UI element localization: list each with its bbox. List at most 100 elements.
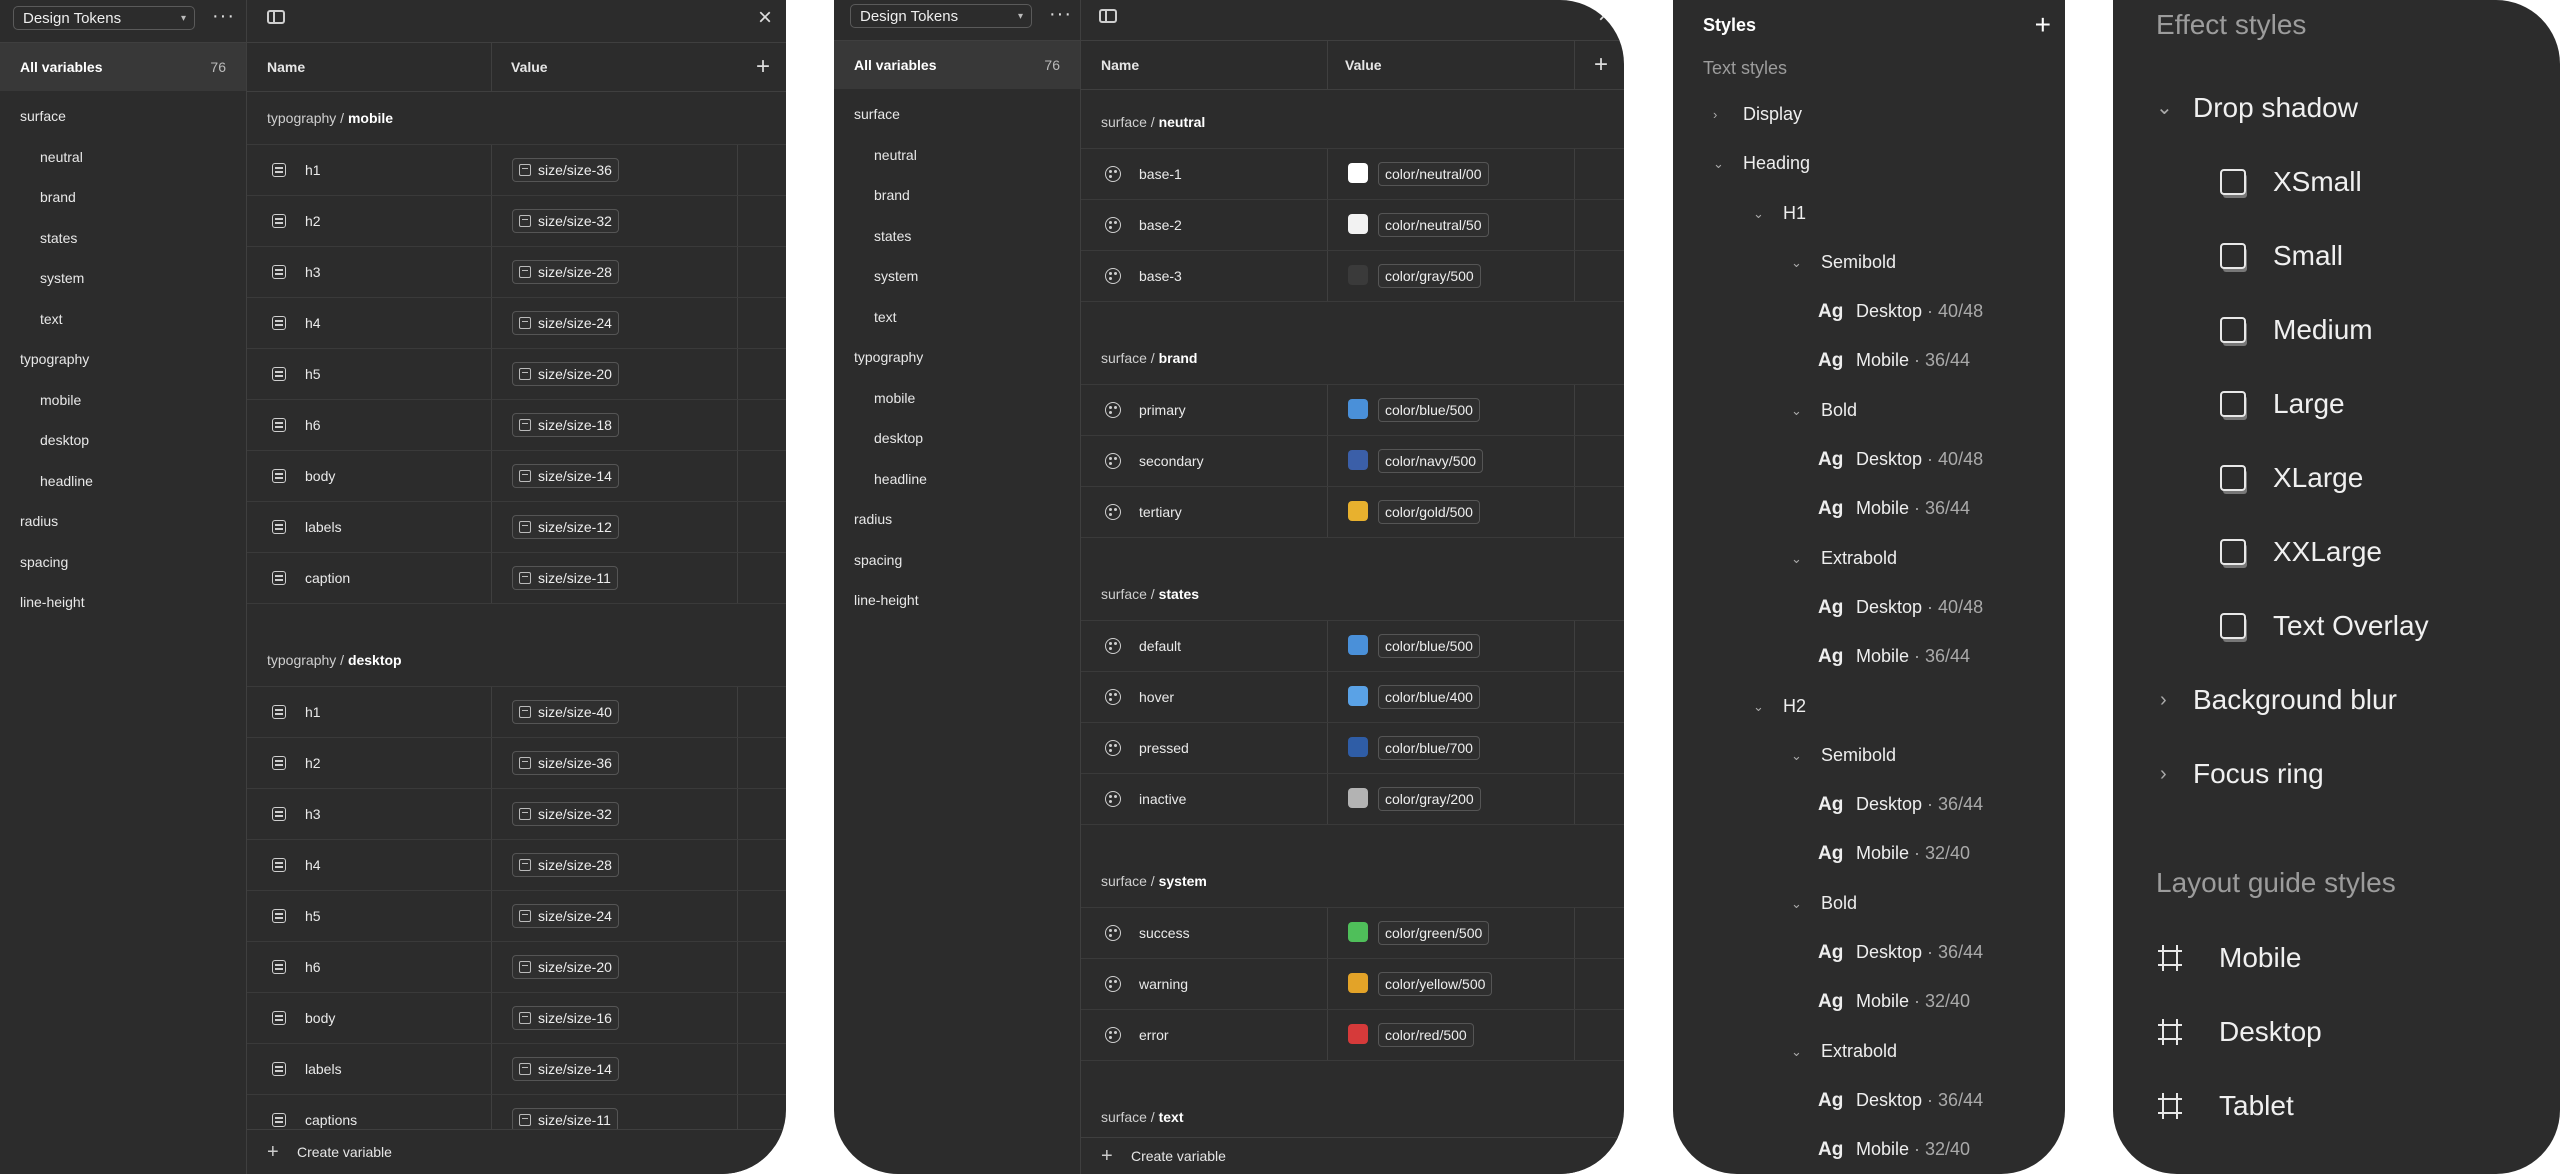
- value-cell[interactable]: color/red/500: [1328, 1010, 1573, 1060]
- text-style-item[interactable]: Ag Desktop · 40/48: [1673, 435, 2065, 484]
- alias-pill[interactable]: size/size-32: [512, 209, 619, 233]
- layout-guide-item[interactable]: Desktop: [2113, 995, 2560, 1069]
- sidebar-item-headline[interactable]: headline: [0, 461, 246, 502]
- alias-pill[interactable]: size/size-28: [512, 853, 619, 877]
- layout-guide-item[interactable]: Tablet: [2113, 1069, 2560, 1143]
- sidebar-item-line-height[interactable]: line-height: [0, 582, 246, 623]
- sidebar-item-spacing[interactable]: spacing: [834, 540, 1080, 581]
- sidebar-item-surface[interactable]: surface: [0, 96, 246, 137]
- sidebar-item-text[interactable]: text: [834, 297, 1080, 338]
- text-style-item[interactable]: Ag Desktop · 40/48: [1673, 287, 2065, 336]
- table-row[interactable]: h1 size/size-40: [247, 686, 786, 738]
- sidebar-item-text[interactable]: text: [0, 299, 246, 340]
- sidebar-toggle-icon[interactable]: [1099, 9, 1117, 23]
- collection-dropdown[interactable]: Design Tokens ▾: [13, 6, 195, 30]
- sidebar-item-line-height[interactable]: line-height: [834, 580, 1080, 621]
- sidebar-item-spacing[interactable]: spacing: [0, 542, 246, 583]
- table-row[interactable]: h1 size/size-36: [247, 144, 786, 196]
- style-group-h2[interactable]: ⌄ H2: [1673, 682, 2065, 731]
- table-row[interactable]: h2 size/size-36: [247, 738, 786, 789]
- effect-style-item[interactable]: Small: [2113, 219, 2560, 293]
- text-style-item[interactable]: Ag Mobile · 32/40: [1673, 829, 2065, 878]
- value-cell[interactable]: color/neutral/50: [1328, 200, 1573, 250]
- value-cell[interactable]: color/green/500: [1328, 908, 1573, 958]
- table-row[interactable]: base-1 color/neutral/00: [1081, 148, 1624, 200]
- all-variables-item[interactable]: All variables 76: [0, 43, 246, 91]
- sidebar-item-brand[interactable]: brand: [834, 175, 1080, 216]
- sidebar-item-desktop[interactable]: desktop: [834, 418, 1080, 459]
- value-cell[interactable]: color/gray/500: [1328, 251, 1573, 301]
- table-row[interactable]: body size/size-14: [247, 451, 786, 502]
- alias-pill[interactable]: size/size-14: [512, 464, 619, 488]
- value-cell[interactable]: color/navy/500: [1328, 436, 1573, 486]
- table-row[interactable]: inactive color/gray/200: [1081, 774, 1624, 825]
- alias-pill[interactable]: size/size-36: [512, 751, 619, 775]
- effect-style-item[interactable]: Medium: [2113, 293, 2560, 367]
- table-row[interactable]: pressed color/blue/700: [1081, 723, 1624, 774]
- alias-pill[interactable]: size/size-14: [512, 1057, 619, 1081]
- style-group-semibold[interactable]: ⌄ Semibold: [1673, 731, 2065, 780]
- table-row[interactable]: caption size/size-11: [247, 553, 786, 604]
- table-row[interactable]: base-3 color/gray/500: [1081, 251, 1624, 302]
- value-cell[interactable]: color/blue/400: [1328, 672, 1573, 722]
- text-style-item[interactable]: Ag Mobile · 32/40: [1673, 977, 2065, 1026]
- background-blur-group[interactable]: › Background blur: [2113, 663, 2560, 737]
- create-variable-button[interactable]: + Create variable: [247, 1129, 786, 1174]
- effect-style-item[interactable]: XXLarge: [2113, 515, 2560, 589]
- value-cell[interactable]: color/gold/500: [1328, 487, 1573, 537]
- sidebar-item-radius[interactable]: radius: [0, 501, 246, 542]
- table-row[interactable]: h5 size/size-20: [247, 349, 786, 400]
- table-row[interactable]: h2 size/size-32: [247, 196, 786, 247]
- style-group-extrabold[interactable]: ⌄ Extrabold: [1673, 534, 2065, 583]
- more-options-icon[interactable]: ···: [1049, 3, 1072, 26]
- table-row[interactable]: labels size/size-12: [247, 502, 786, 553]
- sidebar-item-system[interactable]: system: [834, 256, 1080, 297]
- effect-style-item[interactable]: XLarge: [2113, 441, 2560, 515]
- sidebar-item-radius[interactable]: radius: [834, 499, 1080, 540]
- table-row[interactable]: h6 size/size-18: [247, 400, 786, 451]
- add-column-icon[interactable]: +: [756, 43, 770, 91]
- table-row[interactable]: h4 size/size-24: [247, 298, 786, 349]
- more-options-icon[interactable]: ···: [212, 5, 235, 28]
- alias-pill[interactable]: size/size-40: [512, 700, 619, 724]
- table-row[interactable]: secondary color/navy/500: [1081, 436, 1624, 487]
- focus-ring-group[interactable]: › Focus ring: [2113, 737, 2560, 811]
- style-group-heading[interactable]: ⌄ Heading: [1673, 139, 2065, 188]
- table-row[interactable]: h3 size/size-32: [247, 789, 786, 840]
- effect-style-item[interactable]: XSmall: [2113, 145, 2560, 219]
- value-cell[interactable]: color/blue/500: [1328, 621, 1573, 671]
- add-column-icon[interactable]: +: [1594, 41, 1608, 89]
- effect-style-item[interactable]: Text Overlay: [2113, 589, 2560, 663]
- all-variables-item[interactable]: All variables 76: [834, 41, 1080, 89]
- value-cell[interactable]: color/blue/700: [1328, 723, 1573, 773]
- text-style-item[interactable]: Ag Desktop · 36/44: [1673, 928, 2065, 977]
- close-icon[interactable]: ×: [758, 4, 772, 32]
- sidebar-item-surface[interactable]: surface: [834, 94, 1080, 135]
- style-group-semibold[interactable]: ⌄ Semibold: [1673, 238, 2065, 287]
- table-row[interactable]: primary color/blue/500: [1081, 384, 1624, 436]
- table-row[interactable]: error color/red/500: [1081, 1010, 1624, 1061]
- sidebar-toggle-icon[interactable]: [267, 10, 285, 24]
- style-group-bold[interactable]: ⌄ Bold: [1673, 386, 2065, 435]
- table-row[interactable]: h4 size/size-28: [247, 840, 786, 891]
- alias-pill[interactable]: size/size-36: [512, 158, 619, 182]
- text-style-item[interactable]: Ag Mobile · 32/40: [1673, 1125, 2065, 1174]
- sidebar-item-neutral[interactable]: neutral: [834, 135, 1080, 176]
- effect-style-item[interactable]: Large: [2113, 367, 2560, 441]
- sidebar-item-desktop[interactable]: desktop: [0, 420, 246, 461]
- alias-pill[interactable]: size/size-32: [512, 802, 619, 826]
- table-row[interactable]: default color/blue/500: [1081, 620, 1624, 672]
- text-style-item[interactable]: Ag Desktop · 36/44: [1673, 780, 2065, 829]
- style-group-h1[interactable]: ⌄ H1: [1673, 189, 2065, 238]
- style-group-display[interactable]: › Display: [1673, 90, 2065, 139]
- table-row[interactable]: h3 size/size-28: [247, 247, 786, 298]
- style-group-extrabold[interactable]: ⌄ Extrabold: [1673, 1027, 2065, 1076]
- table-row[interactable]: warning color/yellow/500: [1081, 959, 1624, 1010]
- alias-pill[interactable]: size/size-18: [512, 413, 619, 437]
- table-row[interactable]: body size/size-16: [247, 993, 786, 1044]
- alias-pill[interactable]: size/size-11: [512, 566, 618, 590]
- text-style-item[interactable]: Ag Mobile · 36/44: [1673, 632, 2065, 681]
- sidebar-item-brand[interactable]: brand: [0, 177, 246, 218]
- sidebar-item-typography[interactable]: typography: [0, 339, 246, 380]
- text-style-item[interactable]: Ag Desktop · 40/48: [1673, 583, 2065, 632]
